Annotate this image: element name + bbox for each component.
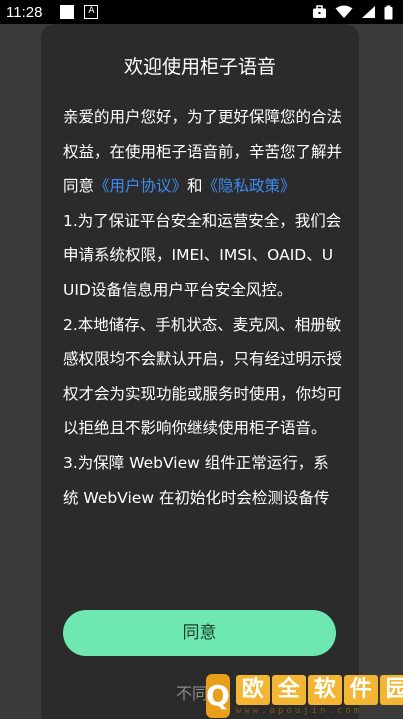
watermark-char: 园 (379, 675, 403, 705)
item-3: 3.为保障 WebView 组件正常运行，系统 WebView 在初始化时会检测… (63, 453, 330, 507)
item-2: 2.本地储存、手机状态、麦克风、相册敏感权限均不会默认开启，只有经过明示授权才会… (63, 315, 343, 438)
dialog-title: 欢迎使用柜子语音 (123, 56, 276, 78)
notification-square-icon (60, 5, 75, 19)
status-bar: 11:28 A (0, 0, 403, 24)
briefcase-icon (313, 5, 326, 18)
status-icons (312, 5, 393, 20)
watermark: Q 欧 全 软 件 园 www.apoujin.com (206, 672, 403, 719)
notification-a-icon: A (84, 5, 99, 19)
signal-icon (362, 6, 375, 18)
wifi-icon (335, 5, 353, 18)
privacy-dialog: 欢迎使用柜子语音 亲爱的用户您好，为了更好保障您的合法权益，在使用柜子语音前，辛… (41, 24, 359, 719)
agree-button[interactable]: 同意 (63, 610, 336, 656)
watermark-chars: 欧 全 软 件 园 (235, 675, 403, 705)
watermark-text: 欧 全 软 件 园 www.apoujin.com (235, 675, 403, 716)
privacy-policy-link[interactable]: 《隐私政策》 (203, 177, 296, 195)
and-text: 和 (187, 177, 203, 196)
watermark-char: 件 (343, 675, 378, 705)
battery-icon (384, 5, 393, 19)
intro-paragraph: 亲爱的用户您好，为了更好保障您的合法权益，在使用柜子语音前，辛苦您了解并同意《用… (63, 100, 343, 204)
status-time: 11:28 (6, 3, 43, 21)
user-agreement-link[interactable]: 《用户协议》 (94, 177, 187, 195)
watermark-url: www.apoujin.com (235, 706, 363, 716)
watermark-logo-icon: Q (206, 673, 230, 718)
watermark-char: 全 (271, 675, 306, 705)
dialog-body: 亲爱的用户您好，为了更好保障您的合法权益，在使用柜子语音前，辛苦您了解并同意《用… (63, 100, 343, 515)
watermark-char: 软 (307, 675, 342, 705)
item-1: 1.为了保证平台安全和运营安全，我们会申请系统权限，IMEI、IMSI、OAID… (63, 211, 342, 299)
watermark-char: 欧 (235, 675, 270, 705)
